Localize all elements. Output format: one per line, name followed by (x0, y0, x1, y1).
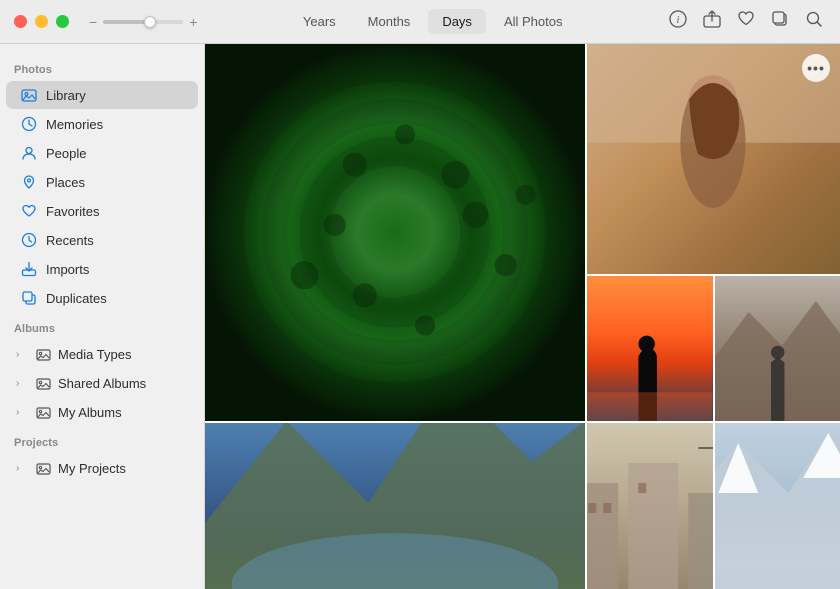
search-icon[interactable] (804, 10, 824, 33)
shared-albums-label: Shared Albums (58, 376, 146, 391)
sidebar-section-albums-label: Albums (0, 313, 204, 339)
window-controls (0, 15, 69, 28)
zoom-minus-icon[interactable]: − (89, 14, 97, 30)
favorites-icon (20, 202, 38, 220)
share-icon[interactable] (702, 10, 722, 33)
sidebar-item-duplicates[interactable]: Duplicates (6, 284, 198, 312)
tab-bar: Years Months Days All Photos (197, 9, 668, 34)
imports-icon (20, 260, 38, 278)
library-label: Library (46, 88, 86, 103)
sidebar-item-library[interactable]: Library (6, 81, 198, 109)
photo-area: ••• (205, 44, 840, 589)
sidebar: Photos Library Memories (0, 44, 205, 589)
sidebar-group-my-projects[interactable]: › My Projects (6, 454, 198, 482)
zoom-slider-thumb (144, 16, 156, 28)
sidebar-section-projects-label: Projects (0, 427, 204, 453)
photo-sunset-couple[interactable] (587, 276, 713, 421)
places-icon (20, 173, 38, 191)
main-content: Photos Library Memories (0, 44, 840, 589)
library-icon (20, 86, 38, 104)
photo-woman[interactable]: ••• (587, 44, 840, 274)
people-label: People (46, 146, 86, 161)
duplicate-icon[interactable] (770, 10, 790, 33)
media-types-label: Media Types (58, 347, 131, 362)
photo-old-city[interactable] (587, 423, 713, 589)
photo-mountain-lake[interactable] (205, 423, 585, 589)
maximize-button[interactable] (56, 15, 69, 28)
tab-months[interactable]: Months (354, 9, 425, 34)
sidebar-item-imports[interactable]: Imports (6, 255, 198, 283)
shared-albums-icon (34, 374, 52, 392)
sidebar-group-my-albums[interactable]: › My Albums (6, 398, 198, 426)
people-icon (20, 144, 38, 162)
favorite-icon[interactable] (736, 10, 756, 33)
photo-grid: ••• (205, 44, 840, 589)
duplicates-label: Duplicates (46, 291, 107, 306)
chevron-shared-albums-icon: › (16, 378, 28, 389)
duplicates-icon (20, 289, 38, 307)
svg-text:i: i (677, 15, 680, 26)
sidebar-group-shared-albums[interactable]: › Shared Albums (6, 369, 198, 397)
memories-label: Memories (46, 117, 103, 132)
recents-label: Recents (46, 233, 94, 248)
tab-years[interactable]: Years (289, 9, 350, 34)
sidebar-item-recents[interactable]: Recents (6, 226, 198, 254)
info-icon[interactable]: i (668, 10, 688, 33)
photo-snow-mountains[interactable] (715, 423, 840, 589)
my-projects-label: My Projects (58, 461, 126, 476)
media-types-icon (34, 345, 52, 363)
minimize-button[interactable] (35, 15, 48, 28)
photo-forest[interactable] (205, 44, 585, 421)
sidebar-item-places[interactable]: Places (6, 168, 198, 196)
sidebar-item-memories[interactable]: Memories (6, 110, 198, 138)
recents-icon (20, 231, 38, 249)
chevron-my-albums-icon: › (16, 407, 28, 418)
zoom-plus-icon[interactable]: + (189, 14, 197, 30)
titlebar: − + Years Months Days All Photos i (0, 0, 840, 44)
sidebar-item-favorites[interactable]: Favorites (6, 197, 198, 225)
imports-label: Imports (46, 262, 89, 277)
places-label: Places (46, 175, 85, 190)
tab-allphotos[interactable]: All Photos (490, 9, 577, 34)
favorites-label: Favorites (46, 204, 99, 219)
my-albums-icon (34, 403, 52, 421)
titlebar-actions: i (668, 10, 840, 33)
photo-woman-mountains[interactable] (715, 276, 840, 421)
sidebar-group-media-types[interactable]: › Media Types (6, 340, 198, 368)
sidebar-item-people[interactable]: People (6, 139, 198, 167)
my-projects-icon (34, 459, 52, 477)
memories-icon (20, 115, 38, 133)
zoom-control: − + (89, 14, 197, 30)
close-button[interactable] (14, 15, 27, 28)
chevron-my-projects-icon: › (16, 463, 28, 474)
more-options-button[interactable]: ••• (802, 54, 830, 82)
tab-days[interactable]: Days (428, 9, 486, 34)
chevron-media-types-icon: › (16, 349, 28, 360)
my-albums-label: My Albums (58, 405, 122, 420)
zoom-slider[interactable] (103, 20, 183, 24)
sidebar-section-photos-label: Photos (0, 54, 204, 80)
